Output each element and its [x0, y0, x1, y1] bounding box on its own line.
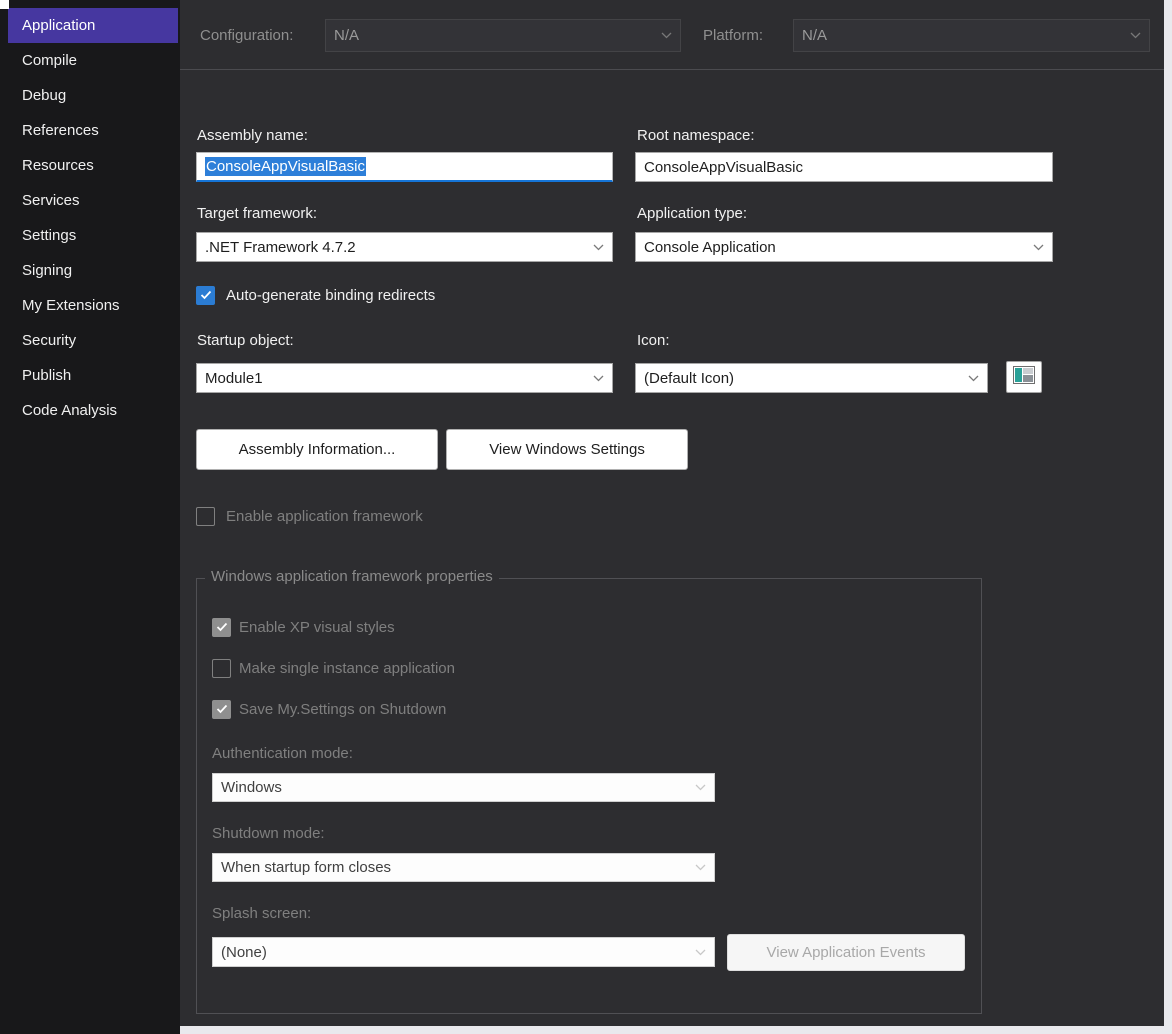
check-icon: [216, 701, 228, 719]
chevron-down-icon: [968, 375, 979, 382]
chevron-down-icon: [593, 375, 604, 382]
platform-dropdown[interactable]: N/A: [793, 19, 1150, 52]
authentication-mode-value: Windows: [221, 779, 282, 796]
chevron-down-icon: [1130, 32, 1141, 39]
sidebar-item-signing[interactable]: Signing: [8, 253, 178, 288]
platform-value: N/A: [802, 27, 827, 44]
enable-application-framework-checkbox[interactable]: [196, 507, 215, 526]
splash-screen-label: Splash screen:: [212, 905, 311, 922]
chevron-down-icon: [695, 784, 706, 791]
assembly-name-label: Assembly name:: [197, 127, 308, 144]
startup-object-label: Startup object:: [197, 332, 294, 349]
shutdown-mode-dropdown[interactable]: When startup form closes: [212, 853, 715, 882]
enable-application-framework-label: Enable application framework: [226, 508, 423, 525]
shutdown-mode-value: When startup form closes: [221, 859, 391, 876]
image-icon: [1013, 366, 1035, 389]
target-framework-dropdown[interactable]: .NET Framework 4.7.2: [196, 232, 613, 262]
sidebar-item-application[interactable]: Application: [8, 8, 178, 43]
enable-xp-visual-styles-label: Enable XP visual styles: [239, 619, 395, 636]
chevron-down-icon: [695, 949, 706, 956]
sidebar-item-compile[interactable]: Compile: [8, 43, 178, 78]
icon-value: (Default Icon): [644, 370, 734, 387]
sidebar-item-my-extensions[interactable]: My Extensions: [8, 288, 178, 323]
assembly-name-input[interactable]: ConsoleAppVisualBasic: [196, 152, 613, 182]
sidebar-item-publish[interactable]: Publish: [8, 358, 178, 393]
application-type-value: Console Application: [644, 239, 776, 256]
platform-label: Platform:: [703, 27, 763, 44]
configuration-dropdown[interactable]: N/A: [325, 19, 681, 52]
check-icon: [216, 619, 228, 637]
sidebar-item-security[interactable]: Security: [8, 323, 178, 358]
splash-screen-dropdown[interactable]: (None): [212, 937, 715, 967]
chevron-down-icon: [593, 244, 604, 251]
startup-object-value: Module1: [205, 370, 263, 387]
sidebar-item-code-analysis[interactable]: Code Analysis: [8, 393, 178, 428]
vertical-scrollbar[interactable]: [1164, 0, 1172, 1034]
make-single-instance-checkbox[interactable]: [212, 659, 231, 678]
configuration-label: Configuration:: [200, 27, 293, 44]
assembly-information-button[interactable]: Assembly Information...: [196, 429, 438, 470]
view-application-events-button[interactable]: View Application Events: [727, 934, 965, 971]
target-framework-value: .NET Framework 4.7.2: [205, 239, 356, 256]
auto-generate-binding-redirects-checkbox[interactable]: [196, 286, 215, 305]
project-properties-page: Application Compile Debug References Res…: [0, 0, 1172, 1034]
sidebar-items: Application Compile Debug References Res…: [0, 8, 180, 428]
icon-picker-button[interactable]: [1006, 361, 1042, 393]
make-single-instance-label: Make single instance application: [239, 660, 455, 677]
splash-screen-value: (None): [221, 944, 267, 961]
icon-dropdown[interactable]: (Default Icon): [635, 363, 988, 393]
authentication-mode-dropdown[interactable]: Windows: [212, 773, 715, 802]
enable-xp-visual-styles-checkbox[interactable]: [212, 618, 231, 637]
chevron-down-icon: [1033, 244, 1044, 251]
startup-object-dropdown[interactable]: Module1: [196, 363, 613, 393]
root-namespace-label: Root namespace:: [637, 127, 755, 144]
group-title: Windows application framework properties: [205, 568, 499, 585]
save-my-settings-checkbox[interactable]: [212, 700, 231, 719]
selected-text: ConsoleAppVisualBasic: [205, 157, 366, 176]
view-windows-settings-button[interactable]: View Windows Settings: [446, 429, 688, 470]
configuration-value: N/A: [334, 27, 359, 44]
sidebar-item-debug[interactable]: Debug: [8, 78, 178, 113]
target-framework-label: Target framework:: [197, 205, 317, 222]
icon-label: Icon:: [637, 332, 670, 349]
sidebar-item-references[interactable]: References: [8, 113, 178, 148]
chevron-down-icon: [695, 864, 706, 871]
shutdown-mode-label: Shutdown mode:: [212, 825, 325, 842]
header-divider: [180, 69, 1164, 70]
check-icon: [200, 287, 212, 305]
save-my-settings-label: Save My.Settings on Shutdown: [239, 701, 446, 718]
window-corner: [0, 0, 9, 9]
authentication-mode-label: Authentication mode:: [212, 745, 353, 762]
horizontal-scrollbar[interactable]: [180, 1026, 1172, 1034]
sidebar: Application Compile Debug References Res…: [0, 0, 180, 1034]
application-type-dropdown[interactable]: Console Application: [635, 232, 1053, 262]
sidebar-item-resources[interactable]: Resources: [8, 148, 178, 183]
auto-generate-binding-redirects-label: Auto-generate binding redirects: [226, 287, 435, 304]
application-type-label: Application type:: [637, 205, 747, 222]
sidebar-item-settings[interactable]: Settings: [8, 218, 178, 253]
root-namespace-input[interactable]: [635, 152, 1053, 182]
sidebar-item-services[interactable]: Services: [8, 183, 178, 218]
chevron-down-icon: [661, 32, 672, 39]
